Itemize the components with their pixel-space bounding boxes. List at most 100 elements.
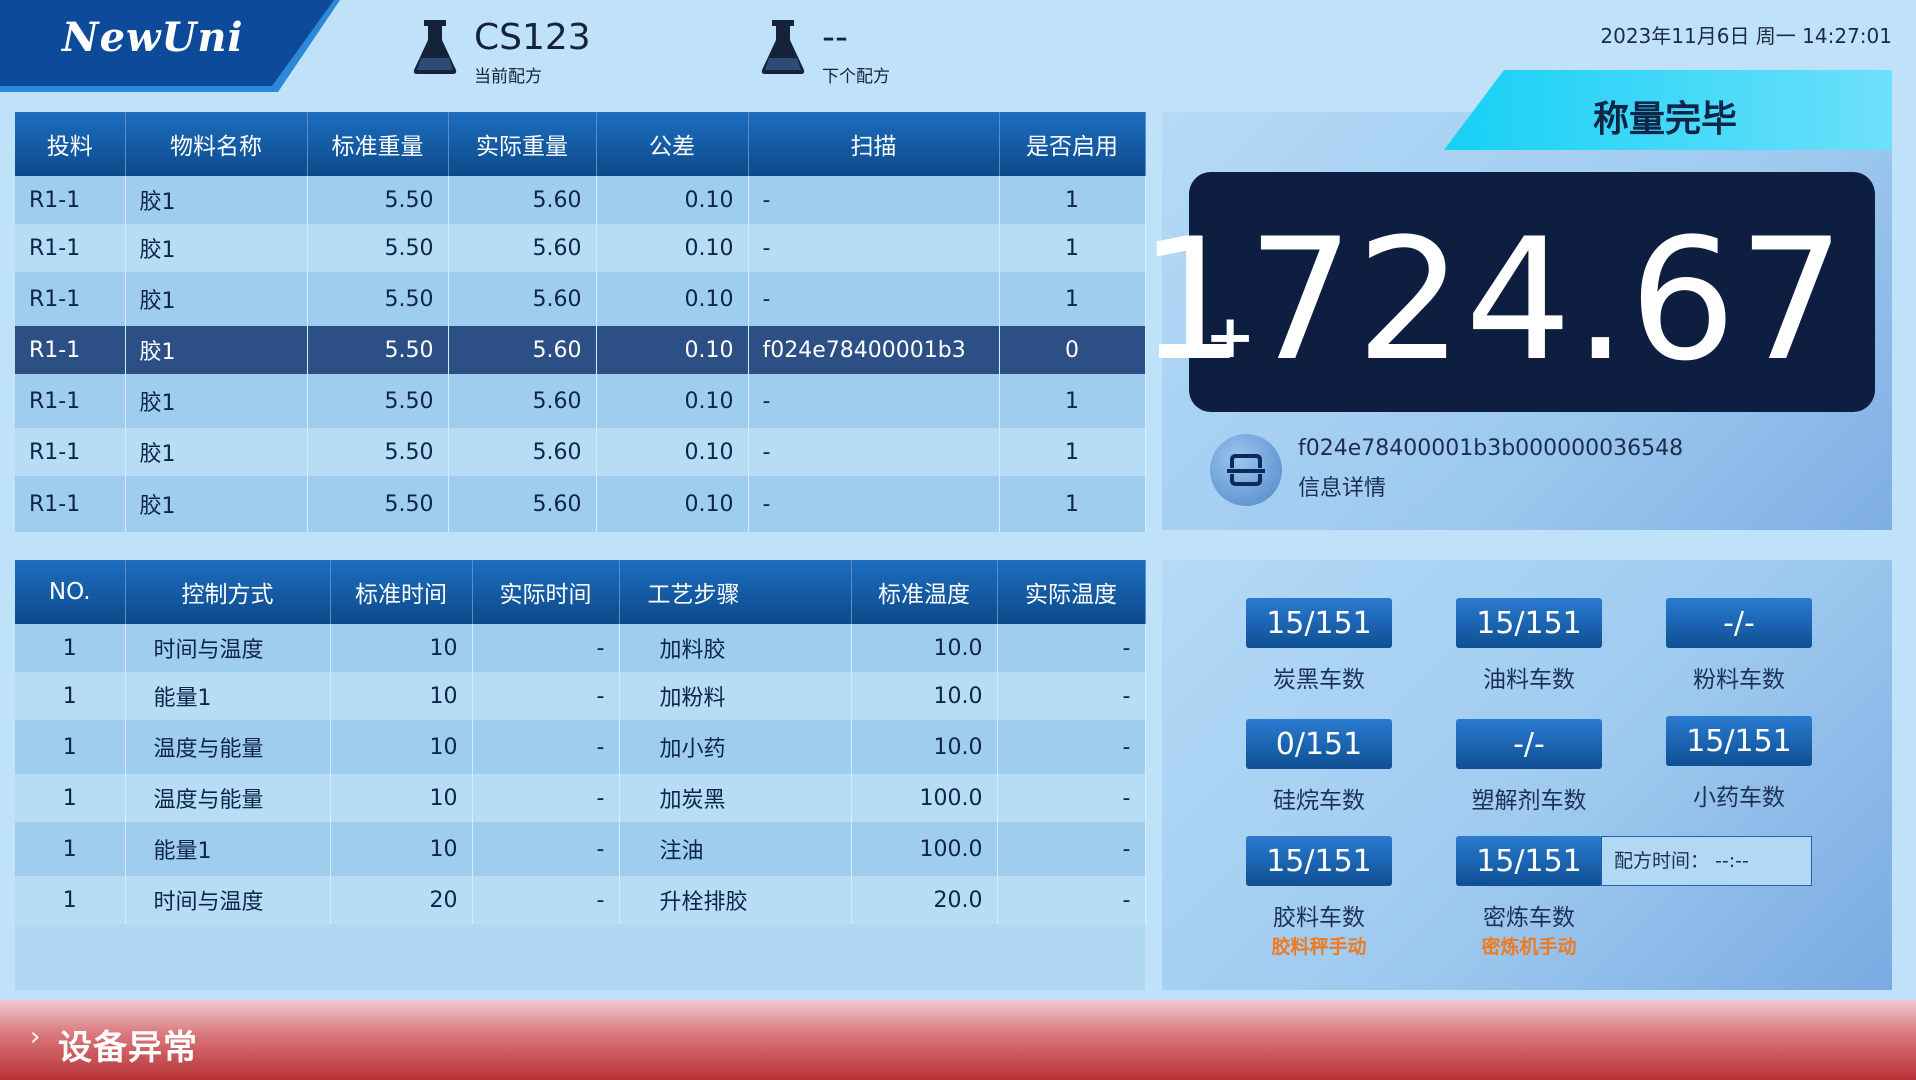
cell-std-time: 10 bbox=[330, 774, 473, 822]
cell-std-weight: 5.50 bbox=[307, 476, 449, 532]
current-recipe-label: 当前配方 bbox=[474, 67, 542, 87]
cell-std-weight: 5.50 bbox=[307, 272, 449, 326]
cell-actual-weight: 5.60 bbox=[448, 272, 597, 326]
small-drug-count: 15/151 bbox=[1666, 716, 1812, 766]
rubber-count: 15/151 bbox=[1246, 836, 1392, 886]
cell-std-weight: 5.50 bbox=[307, 374, 449, 428]
powder-label: 粉料车数 bbox=[1693, 667, 1785, 693]
table-row[interactable]: 1 温度与能量 10 - 加小药 10.0 - bbox=[15, 720, 1146, 774]
process-table: NO. 控制方式 标准时间 实际时间 工艺步骤 标准温度 实际温度 1 时间与温… bbox=[15, 560, 1146, 924]
column-header[interactable]: 标准温度 bbox=[851, 560, 998, 624]
column-header[interactable]: 是否启用 bbox=[999, 112, 1146, 176]
cell-std-temp: 10.0 bbox=[851, 720, 998, 774]
cell-control-mode: 能量1 bbox=[125, 822, 331, 876]
cell-tolerance: 0.10 bbox=[596, 326, 749, 374]
cell-enabled: 0 bbox=[999, 326, 1146, 374]
cell-actual-time: - bbox=[472, 672, 620, 720]
table-row[interactable]: 1 能量1 10 - 注油 100.0 - bbox=[15, 822, 1146, 876]
table-row[interactable]: R1-1 胶1 5.50 5.60 0.10 - 1 bbox=[15, 272, 1146, 326]
info-detail-link[interactable]: 信息详情 bbox=[1298, 470, 1386, 502]
cell-scan: - bbox=[748, 476, 1000, 532]
cell-actual-time: - bbox=[472, 822, 620, 876]
scan-icon[interactable] bbox=[1210, 434, 1282, 506]
column-header[interactable]: NO. bbox=[15, 560, 126, 624]
current-recipe-value: CS123 bbox=[474, 17, 591, 58]
cell-material-name: 胶1 bbox=[125, 326, 308, 374]
flask-icon bbox=[413, 20, 457, 74]
cell-material-name: 胶1 bbox=[125, 428, 308, 476]
table-row[interactable]: R1-1 胶1 5.50 5.60 0.10 - 1 bbox=[15, 428, 1146, 476]
mixer-count: 15/151 bbox=[1456, 836, 1602, 886]
small-drug-label: 小药车数 bbox=[1693, 785, 1785, 811]
table-row[interactable]: 1 时间与温度 10 - 加料胶 10.0 - bbox=[15, 624, 1146, 672]
carbon-black-label: 炭黑车数 bbox=[1273, 667, 1365, 693]
cell-tolerance: 0.10 bbox=[596, 476, 749, 532]
cell-scan: - bbox=[748, 176, 1000, 224]
cell-no: 1 bbox=[15, 876, 126, 924]
table-row[interactable]: R1-1 胶1 5.50 5.60 0.10 - 1 bbox=[15, 176, 1146, 224]
column-header[interactable]: 实际重量 bbox=[448, 112, 597, 176]
silane-label: 硅烷车数 bbox=[1273, 788, 1365, 814]
column-header[interactable]: 投料 bbox=[15, 112, 126, 176]
weight-value: 1724.67 bbox=[1138, 202, 1847, 398]
cell-no: 1 bbox=[15, 624, 126, 672]
cell-std-weight: 5.50 bbox=[307, 176, 449, 224]
mixer-mode: 密炼机手动 bbox=[1481, 936, 1577, 958]
logo-band: NewUni bbox=[0, 0, 345, 92]
cell-control-mode: 能量1 bbox=[125, 672, 331, 720]
cell-control-mode: 温度与能量 bbox=[125, 720, 331, 774]
cell-tolerance: 0.10 bbox=[596, 272, 749, 326]
cell-tolerance: 0.10 bbox=[596, 374, 749, 428]
cell-feed: R1-1 bbox=[15, 374, 126, 428]
cell-material-name: 胶1 bbox=[125, 224, 308, 272]
rubber-label: 胶料车数 bbox=[1273, 905, 1365, 931]
cell-std-temp: 100.0 bbox=[851, 822, 998, 876]
table-row[interactable]: R1-1 胶1 5.50 5.60 0.10 - 1 bbox=[15, 374, 1146, 428]
column-header[interactable]: 实际温度 bbox=[997, 560, 1146, 624]
flask-icon bbox=[761, 20, 805, 74]
cell-actual-weight: 5.60 bbox=[448, 224, 597, 272]
column-header[interactable]: 控制方式 bbox=[125, 560, 331, 624]
next-recipe-value: -- bbox=[822, 17, 848, 58]
material-table-header: 投料 物料名称 标准重量 实际重量 公差 扫描 是否启用 bbox=[15, 112, 1146, 176]
powder-count: -/- bbox=[1666, 598, 1812, 648]
cell-material-name: 胶1 bbox=[125, 374, 308, 428]
next-recipe: -- 下个配方 bbox=[758, 18, 890, 87]
table-row[interactable]: 1 温度与能量 10 - 加炭黑 100.0 - bbox=[15, 774, 1146, 822]
cell-tolerance: 0.10 bbox=[596, 224, 749, 272]
chevron-right-icon: › bbox=[30, 1022, 41, 1052]
cell-std-temp: 10.0 bbox=[851, 624, 998, 672]
cell-feed: R1-1 bbox=[15, 326, 126, 374]
column-header[interactable]: 标准时间 bbox=[330, 560, 473, 624]
column-header[interactable]: 工艺步骤 bbox=[619, 560, 852, 624]
weight-display: + 1724.67 bbox=[1138, 172, 1875, 412]
cell-feed: R1-1 bbox=[15, 272, 126, 326]
column-header[interactable]: 实际时间 bbox=[472, 560, 620, 624]
table-row-selected[interactable]: R1-1 胶1 5.50 5.60 0.10 f024e78400001b3 0 bbox=[15, 326, 1146, 374]
cell-actual-weight: 5.60 bbox=[448, 476, 597, 532]
cell-enabled: 1 bbox=[999, 374, 1146, 428]
cell-no: 1 bbox=[15, 720, 126, 774]
cell-enabled: 1 bbox=[999, 176, 1146, 224]
table-row[interactable]: R1-1 胶1 5.50 5.60 0.10 - 1 bbox=[15, 224, 1146, 272]
cell-std-time: 10 bbox=[330, 624, 473, 672]
cell-material-name: 胶1 bbox=[125, 476, 308, 532]
cell-actual-time: - bbox=[472, 624, 620, 672]
table-row[interactable]: 1 时间与温度 20 - 升栓排胶 20.0 - bbox=[15, 876, 1146, 924]
oil-count: 15/151 bbox=[1456, 598, 1602, 648]
cell-tolerance: 0.10 bbox=[596, 176, 749, 224]
column-header[interactable]: 公差 bbox=[596, 112, 749, 176]
carbon-black-count: 15/151 bbox=[1246, 598, 1392, 648]
table-row[interactable]: R1-1 胶1 5.50 5.60 0.10 - 1 bbox=[15, 476, 1146, 532]
column-header[interactable]: 扫描 bbox=[748, 112, 1000, 176]
cell-scan: - bbox=[748, 374, 1000, 428]
cell-actual-temp: - bbox=[997, 720, 1146, 774]
cell-feed: R1-1 bbox=[15, 224, 126, 272]
table-row[interactable]: 1 能量1 10 - 加粉料 10.0 - bbox=[15, 672, 1146, 720]
alarm-bar[interactable]: › 设备异常 bbox=[0, 1000, 1916, 1080]
scan-code: f024e78400001b3b000000036548 bbox=[1298, 436, 1684, 461]
cell-scan: - bbox=[748, 428, 1000, 476]
column-header[interactable]: 标准重量 bbox=[307, 112, 449, 176]
cell-std-temp: 20.0 bbox=[851, 876, 998, 924]
column-header[interactable]: 物料名称 bbox=[125, 112, 308, 176]
